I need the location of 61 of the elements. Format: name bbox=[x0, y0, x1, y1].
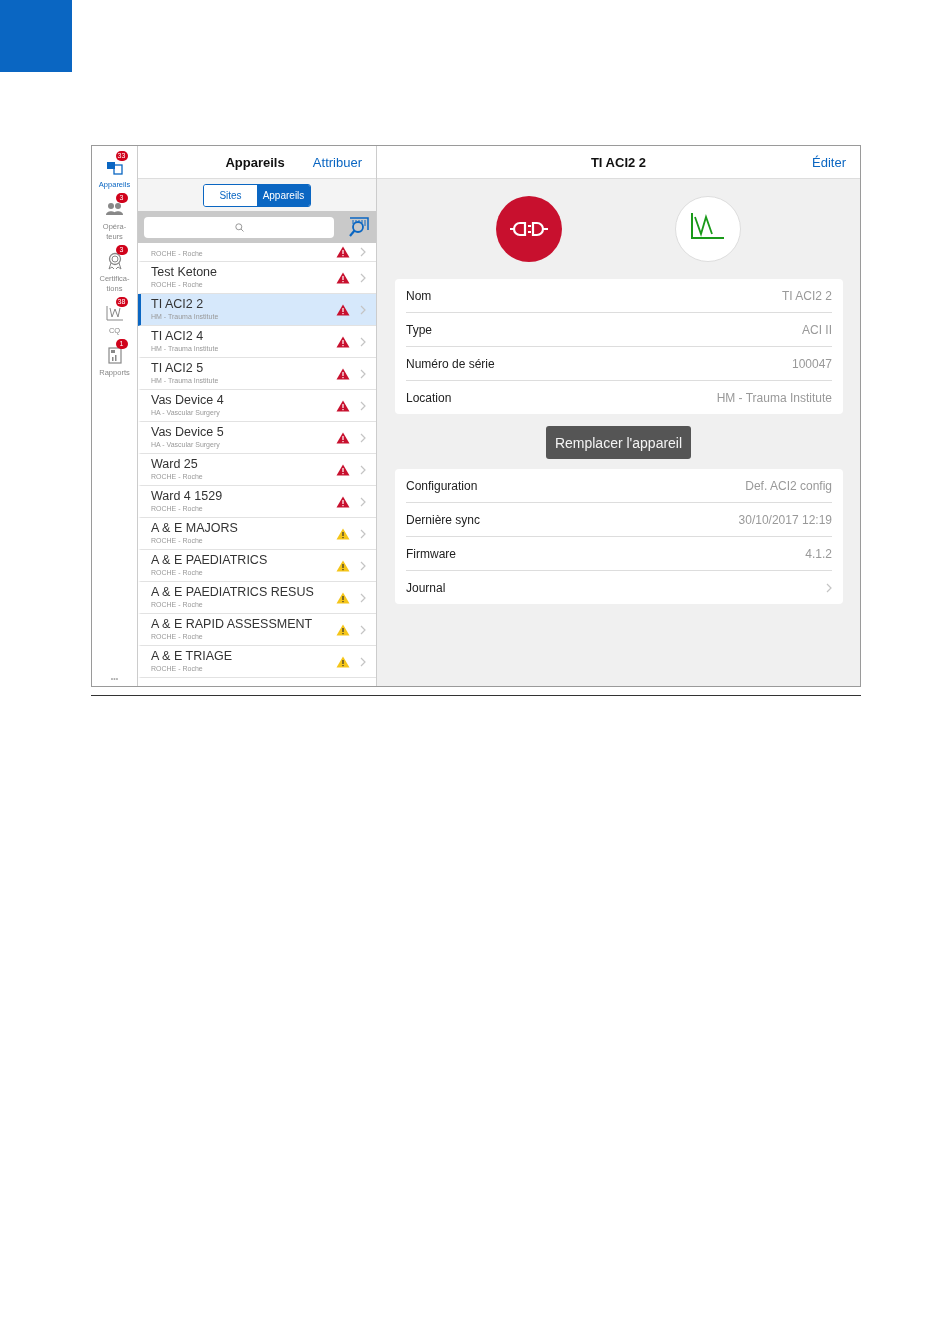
device-name: Ward 25 bbox=[151, 457, 199, 472]
chevron-icon bbox=[360, 528, 366, 539]
report-icon bbox=[107, 346, 122, 364]
field-value: 100047 bbox=[791, 356, 832, 371]
chevron-icon bbox=[360, 247, 366, 257]
qc-chart-icon[interactable] bbox=[675, 196, 741, 262]
device-name: A & E TRIAGE bbox=[151, 649, 234, 664]
chevron-icon bbox=[360, 656, 366, 667]
panel-title: Appareils bbox=[225, 154, 285, 170]
device-name: A & E RAPID ASSESSMENT bbox=[151, 617, 314, 632]
chevron-icon bbox=[360, 400, 366, 411]
chevron-icon bbox=[360, 560, 366, 571]
chevron-icon bbox=[360, 368, 366, 379]
award-icon bbox=[106, 252, 123, 270]
chevron-icon bbox=[360, 272, 366, 283]
chevron-icon bbox=[360, 304, 366, 315]
replace-device-button[interactable]: Remplacer l'appareil bbox=[545, 426, 692, 459]
people-icon bbox=[105, 202, 124, 216]
device-name: Test Ketone bbox=[151, 265, 218, 280]
device-name: Vas Device 4 bbox=[151, 393, 225, 408]
search-icon bbox=[234, 222, 244, 232]
edit-link[interactable]: Éditer bbox=[812, 154, 846, 170]
field-label[interactable]: Journal bbox=[406, 580, 446, 595]
device-name: Ward 4 1529 bbox=[151, 489, 224, 504]
field-value: Def. ACI2 config bbox=[745, 478, 832, 493]
segment-tab[interactable]: Appareils bbox=[257, 184, 310, 206]
field-label: Location bbox=[406, 390, 452, 405]
field-label: Nom bbox=[406, 288, 432, 303]
device-name: TI ACI2 5 bbox=[151, 361, 205, 376]
field-label: Firmware bbox=[406, 546, 456, 561]
chevron-icon bbox=[360, 624, 366, 635]
chevron-icon bbox=[826, 582, 832, 593]
chevron-icon bbox=[360, 496, 366, 507]
field-label: Type bbox=[406, 322, 432, 337]
field-label: Dernière sync bbox=[406, 512, 481, 527]
device-name: TI ACI2 2 bbox=[151, 297, 205, 312]
chevron-icon bbox=[360, 464, 366, 475]
field-value: 30/10/2017 12:19 bbox=[738, 512, 832, 527]
field-label: Numéro de série bbox=[406, 356, 495, 371]
field-value: 4.1.2 bbox=[805, 546, 832, 561]
device-name: A & E MAJORS bbox=[151, 521, 239, 536]
field-value: ACI II bbox=[802, 322, 832, 337]
segment-tab[interactable]: Sites bbox=[204, 184, 257, 206]
scan-search-icon[interactable] bbox=[348, 216, 370, 238]
chevron-icon bbox=[360, 432, 366, 443]
search-field[interactable] bbox=[144, 216, 334, 238]
unplug-icon[interactable] bbox=[496, 196, 562, 262]
corner-block bbox=[0, 0, 72, 72]
devices-icon bbox=[105, 159, 124, 175]
device-name: A & E PAEDIATRICS bbox=[151, 553, 269, 568]
device-name: TI ACI2 4 bbox=[151, 329, 205, 344]
chevron-icon bbox=[360, 592, 366, 603]
chevron-icon bbox=[360, 336, 366, 347]
field-label: Configuration bbox=[406, 478, 478, 493]
chart-icon bbox=[105, 305, 124, 321]
device-title: TI ACI2 2 bbox=[590, 154, 647, 170]
device-name: Vas Device 5 bbox=[151, 425, 225, 440]
field-value: TI ACI2 2 bbox=[781, 288, 832, 303]
field-value: HM - Trauma Institute bbox=[716, 390, 832, 405]
assign-link[interactable]: Attribuer bbox=[312, 154, 362, 170]
device-name: A & E PAEDIATRICS RESUS bbox=[151, 585, 315, 600]
